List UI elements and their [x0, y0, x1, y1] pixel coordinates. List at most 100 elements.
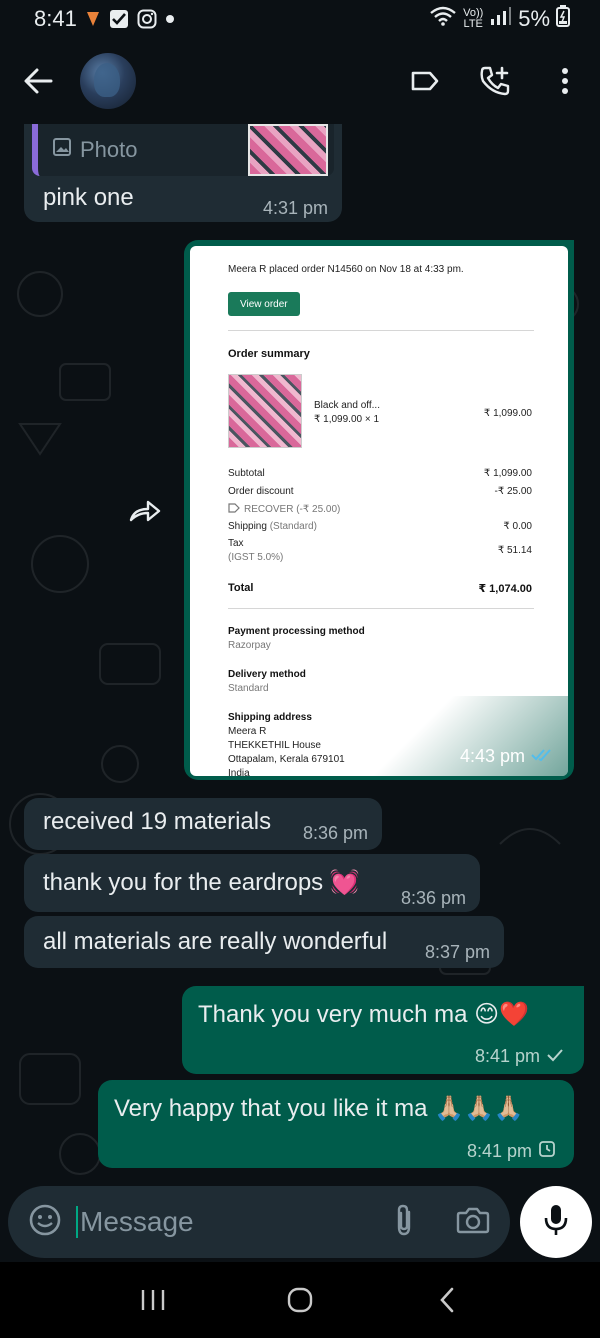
time-label: 8:36 pm	[400, 888, 466, 908]
quote-label: Photo	[80, 137, 138, 162]
sticker-emoji-icon[interactable]	[28, 1203, 62, 1242]
discount-code: RECOVER (-₹ 25.00)	[228, 503, 340, 516]
message-time: 8:41 pm	[467, 1140, 556, 1163]
label-tag-icon[interactable]	[408, 64, 442, 98]
discount-label: Order discount	[228, 486, 294, 497]
order-screenshot-image[interactable]: Meera R placed order N14560 on Nov 18 at…	[190, 246, 568, 776]
wifi-icon	[430, 6, 456, 32]
address-line: THEKKETHIL House	[228, 740, 321, 751]
back-nav-icon[interactable]	[427, 1280, 467, 1320]
instagram-notification-icon	[137, 9, 157, 29]
message-time: 4:43 pm	[460, 746, 553, 767]
voice-record-button[interactable]	[520, 1186, 592, 1258]
item-total: ₹ 1,099.00	[483, 408, 532, 419]
incoming-message-bubble[interactable]: thank you for the eardrops 💓 8:36 pm	[24, 854, 480, 912]
incoming-message-bubble[interactable]: Photo pink one 4:31 pm	[24, 124, 342, 222]
time-label: 8:37 pm	[424, 942, 490, 962]
status-bar: 8:41 Vo)) LTE 5%	[0, 0, 600, 38]
time-label: 4:43 pm	[460, 746, 526, 766]
message-time: 8:36 pm	[303, 823, 368, 844]
sent-check-icon	[546, 1046, 564, 1067]
total-value: ₹ 1,074.00	[478, 583, 532, 595]
subtotal-value: ₹ 1,099.00	[483, 468, 532, 479]
text-caret	[76, 1206, 78, 1238]
total-label: Total	[228, 582, 254, 594]
divider	[228, 330, 534, 331]
chat-header	[0, 38, 600, 124]
address-line: India	[228, 768, 250, 776]
camera-icon[interactable]	[456, 1205, 490, 1240]
time-label: 4:31 pm	[262, 198, 328, 218]
more-notifications-dot-icon	[165, 14, 175, 24]
tax-label: Tax	[228, 538, 244, 549]
incoming-message-bubble[interactable]: received 19 materials 8:36 pm	[24, 798, 382, 850]
forward-icon[interactable]	[124, 490, 166, 532]
pending-clock-icon	[538, 1140, 556, 1163]
item-name: Black and off...	[314, 400, 380, 411]
contact-avatar[interactable]	[80, 53, 136, 109]
message-input-box[interactable]: Message	[8, 1186, 510, 1258]
tax-note: (IGST 5.0%)	[228, 552, 284, 563]
outgoing-message-bubble[interactable]: Very happy that you like it ma 🙏🏼🙏🏼🙏🏼 8:…	[98, 1080, 574, 1168]
message-time: 8:41 pm	[475, 1046, 564, 1067]
time-label: 8:36 pm	[302, 823, 368, 843]
message-text: Very happy that you like it ma 🙏🏼🙏🏼🙏🏼	[114, 1095, 524, 1122]
discount-value: -₹ 25.00	[494, 486, 533, 497]
read-receipt-icon	[531, 746, 553, 767]
address-title: Shipping address	[228, 712, 312, 723]
more-options-icon[interactable]	[548, 64, 582, 98]
payment-title: Payment processing method	[228, 626, 365, 637]
add-call-icon[interactable]	[478, 64, 512, 98]
battery-icon	[556, 5, 570, 33]
message-time: 4:31 pm	[263, 198, 328, 219]
chat-area[interactable]: Photo pink one 4:31 pm Meera R placed or…	[0, 124, 600, 1186]
view-order-button: View order	[228, 292, 300, 316]
incoming-message-bubble[interactable]: all materials are really wonderful 8:37 …	[24, 916, 504, 968]
time-label: 8:41 pm	[466, 1141, 532, 1161]
attach-paperclip-icon[interactable]	[392, 1203, 416, 1242]
microphone-icon	[543, 1203, 569, 1242]
delivery-title: Delivery method	[228, 669, 306, 680]
signal-icon	[490, 6, 512, 32]
order-headline: Meera R placed order N14560 on Nov 18 at…	[228, 264, 464, 275]
order-summary-title: Order summary	[228, 348, 310, 360]
message-text: received 19 materials	[43, 808, 272, 835]
delivery-value: Standard	[228, 683, 269, 694]
tax-value: ₹ 51.14	[497, 545, 532, 556]
photo-icon	[52, 137, 72, 163]
address-line: Meera R	[228, 726, 267, 737]
home-icon[interactable]	[280, 1280, 320, 1320]
back-arrow-icon[interactable]	[18, 61, 58, 101]
message-text: pink one	[43, 184, 134, 211]
gallery-notification-icon	[109, 9, 129, 29]
network-label: Vo)) LTE	[463, 7, 484, 30]
system-navigation-bar	[0, 1262, 600, 1338]
message-time: 8:36 pm	[401, 888, 466, 909]
recent-apps-icon[interactable]	[133, 1280, 173, 1320]
outgoing-message-bubble[interactable]: Thank you very much ma 😊❤️ 8:41 pm	[182, 986, 584, 1074]
battery-percent: 5%	[518, 6, 550, 31]
shipping-label: Shipping (Standard)	[228, 521, 317, 532]
quoted-photo-reply[interactable]: Photo	[32, 124, 334, 176]
product-thumbnail	[228, 374, 302, 448]
composer-bar: Message	[0, 1186, 600, 1262]
message-text: all materials are really wonderful	[43, 928, 388, 955]
shipping-value: ₹ 0.00	[503, 521, 532, 532]
shipping-label-text: Shipping	[228, 521, 267, 532]
status-time: 8:41	[34, 6, 77, 31]
quoted-photo-thumbnail	[248, 124, 328, 176]
message-input-placeholder[interactable]: Message	[80, 1206, 194, 1238]
flag-notification-icon	[85, 10, 101, 28]
shipping-note: (Standard)	[269, 521, 317, 532]
divider	[228, 608, 534, 609]
message-text: thank you for the eardrops 💓	[43, 869, 360, 896]
time-label: 8:41 pm	[474, 1046, 540, 1066]
subtotal-label: Subtotal	[228, 468, 265, 479]
payment-value: Razorpay	[228, 640, 271, 651]
message-time: 8:37 pm	[425, 942, 490, 963]
item-quantity: ₹ 1,099.00 × 1	[314, 414, 380, 425]
address-line: Ottapalam, Kerala 679101	[228, 754, 345, 765]
discount-code-text: RECOVER (-₹ 25.00)	[244, 504, 341, 515]
message-text: Thank you very much ma 😊❤️	[198, 1001, 530, 1028]
tag-icon	[228, 503, 240, 516]
